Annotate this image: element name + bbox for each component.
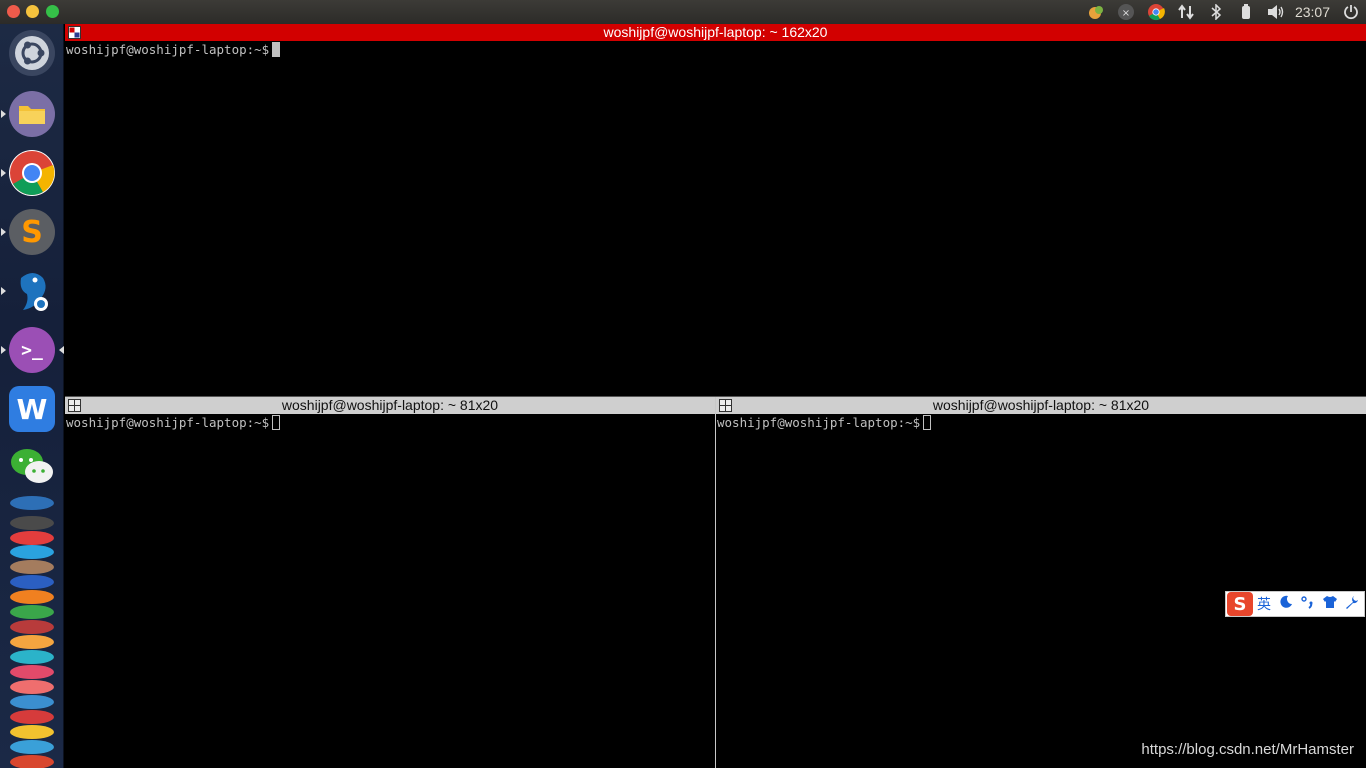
launcher-stack-item[interactable] (10, 740, 54, 754)
launcher-stack-item[interactable] (10, 545, 54, 559)
launcher-stack-item[interactable] (10, 620, 54, 634)
shell-prompt-line[interactable]: woshijpf@woshijpf-laptop:~$ (66, 42, 281, 58)
running-indicator (1, 346, 6, 354)
ubuntu-dash-icon[interactable] (9, 30, 55, 76)
launcher-stack-item[interactable] (10, 496, 54, 510)
network-icon[interactable]: × (1111, 0, 1141, 24)
launcher-stack-item[interactable] (10, 680, 54, 694)
chrome-tray-icon[interactable] (1141, 0, 1171, 24)
launcher-stack-item[interactable] (10, 605, 54, 619)
terminal-icon[interactable]: >_ (9, 327, 55, 373)
skin-icon[interactable] (1319, 595, 1341, 613)
launcher: S >_ W (0, 24, 64, 768)
close-window-button[interactable] (7, 5, 20, 18)
launcher-stack-item[interactable] (10, 695, 54, 709)
shell-prompt: woshijpf@woshijpf-laptop:~$ (66, 42, 270, 57)
terminal-titlebar[interactable]: woshijpf@woshijpf-laptop: ~ 81x20 (65, 397, 715, 414)
terminal-titlebar[interactable]: woshijpf@woshijpf-laptop: ~ 81x20 (716, 397, 1366, 414)
minimize-window-button[interactable] (26, 5, 39, 18)
shell-prompt-line[interactable]: woshijpf@woshijpf-laptop:~$ (717, 415, 932, 431)
terminal-title: woshijpf@woshijpf-laptop: ~ 162x20 (603, 24, 828, 40)
shell-prompt: woshijpf@woshijpf-laptop:~$ (66, 415, 270, 430)
text-cursor (272, 42, 281, 57)
dolphin-app-icon[interactable] (9, 268, 55, 314)
text-cursor (923, 415, 932, 430)
shell-prompt-line[interactable]: woshijpf@woshijpf-laptop:~$ (66, 415, 281, 431)
running-indicator (1, 228, 6, 236)
terminal-pane-bottom-right[interactable]: woshijpf@woshijpf-laptop: ~ 81x20 woshij… (716, 397, 1366, 768)
launcher-stack-item[interactable] (10, 560, 54, 574)
weather-icon[interactable] (1081, 0, 1111, 24)
launcher-stack-item[interactable] (10, 710, 54, 724)
launcher-stack-item[interactable] (10, 725, 54, 739)
running-indicator (1, 169, 6, 177)
ime-logo-icon[interactable]: S (1227, 592, 1253, 616)
terminator-grid-icon[interactable] (719, 399, 732, 412)
clock[interactable]: 23:07 (1291, 4, 1336, 20)
punctuation-icon[interactable] (1297, 595, 1319, 613)
terminator-grid-icon[interactable] (68, 399, 81, 412)
wechat-icon[interactable] (9, 444, 55, 490)
terminal-title: woshijpf@woshijpf-laptop: ~ 81x20 (932, 397, 1150, 413)
settings-wrench-icon[interactable] (1341, 595, 1363, 613)
launcher-stack-item[interactable] (10, 665, 54, 679)
running-indicator (1, 287, 6, 295)
power-icon[interactable] (1336, 0, 1366, 24)
chrome-icon[interactable] (9, 150, 55, 196)
launcher-stack-item[interactable] (10, 590, 54, 604)
bluetooth-icon[interactable] (1201, 0, 1231, 24)
launcher-stack-item[interactable] (10, 531, 54, 545)
svg-text:×: × (1122, 8, 1130, 19)
volume-icon[interactable] (1261, 0, 1291, 24)
terminal-titlebar[interactable]: woshijpf@woshijpf-laptop: ~ 162x20 (65, 24, 1366, 41)
terminal-pane-top[interactable]: woshijpf@woshijpf-laptop: ~ 162x20 woshi… (65, 24, 1366, 396)
maximize-window-button[interactable] (46, 5, 59, 18)
sublime-text-icon[interactable]: S (9, 209, 55, 255)
text-cursor (272, 415, 281, 430)
terminator-grid-icon[interactable] (68, 26, 81, 39)
top-panel: × 23:07 (0, 0, 1366, 24)
shell-prompt: woshijpf@woshijpf-laptop:~$ (717, 415, 921, 430)
transfer-arrows-icon[interactable] (1171, 0, 1201, 24)
moon-icon[interactable] (1275, 595, 1297, 613)
launcher-stack-item[interactable] (10, 635, 54, 649)
watermark-text: https://blog.csdn.net/MrHamster (1141, 741, 1354, 758)
focused-indicator (59, 346, 64, 354)
wps-writer-icon[interactable]: W (9, 386, 55, 432)
battery-icon[interactable] (1231, 0, 1261, 24)
system-tray: × 23:07 (1081, 0, 1366, 24)
launcher-stack-item[interactable] (10, 755, 54, 768)
launcher-stack-item[interactable] (10, 650, 54, 664)
running-indicator (1, 110, 6, 118)
files-icon[interactable] (9, 91, 55, 137)
ime-toolbar[interactable]: S 英 (1225, 591, 1365, 617)
ime-mode-toggle[interactable]: 英 (1253, 594, 1275, 614)
terminal-title: woshijpf@woshijpf-laptop: ~ 81x20 (281, 397, 499, 413)
launcher-stack-item[interactable] (10, 516, 54, 530)
terminal-pane-bottom-left[interactable]: woshijpf@woshijpf-laptop: ~ 81x20 woshij… (65, 397, 715, 768)
launcher-stack-item[interactable] (10, 575, 54, 589)
